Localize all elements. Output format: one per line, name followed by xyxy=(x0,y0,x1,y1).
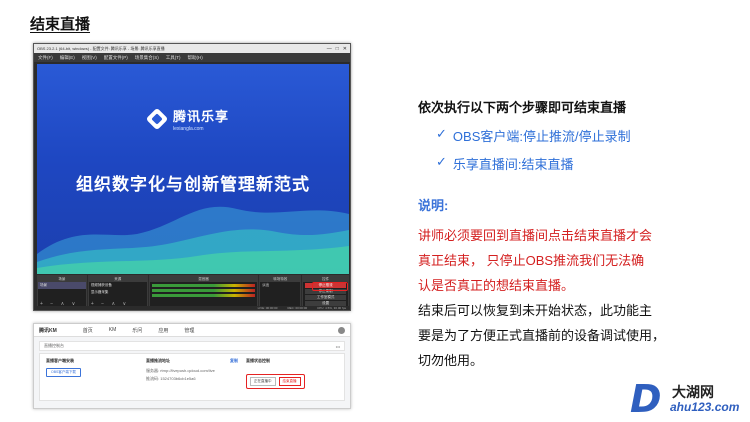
slide-title: 结束直播 xyxy=(30,16,91,33)
obs-statusbar: LIVE: 00:00:00 REC: 00:00:00 CPU: 4.5%, … xyxy=(34,306,350,310)
km-logo[interactable]: 腾讯KM xyxy=(39,327,57,334)
warning-line: 讲师必须要回到直播间点击结束直播才会 xyxy=(418,228,653,243)
client-install-card: 直播客户端安装 OBS客户端下载 xyxy=(46,358,138,396)
cpu-fps: CPU: 4.5%, 30.00 fps xyxy=(317,306,346,310)
instructions-heading: 依次执行以下两个步骤即可结束直播 xyxy=(418,100,627,115)
mixer-dock-title: 混音器 xyxy=(149,276,258,282)
console-cards: 直播客户端安装 OBS客户端下载 直播推流地址 复制 服务器: rtmp://li… xyxy=(39,353,345,401)
studio-mode-button[interactable]: 工作室模式 xyxy=(305,295,346,300)
audio-meter xyxy=(151,284,256,287)
menu-scene-collection[interactable]: 场景集合(S) xyxy=(135,55,159,61)
watermark-logo: D 大湖网 ahu123.com xyxy=(630,380,742,418)
menu-tools[interactable]: 工具(T) xyxy=(166,55,181,61)
avatar[interactable] xyxy=(338,326,345,334)
nav-apps[interactable]: 应用 xyxy=(158,327,168,334)
live-status-card: 直播状态控制 正在直播中 结束直播 xyxy=(246,358,338,396)
body-line: 切勿他用。 xyxy=(418,353,484,368)
watermark-en: ahu123.com xyxy=(670,400,740,414)
web-console: 腾讯KM 首页 KM 乐问 应用 管理 直播控制台 ••• 直播客户端安装 OB… xyxy=(33,323,351,409)
body-line: 结束后可以恢复到未开始状态，此功能主 xyxy=(418,303,653,318)
menu-help[interactable]: 帮助(H) xyxy=(188,55,203,61)
step-item: ✓ OBS客户端:停止推流/停止录制 xyxy=(436,126,718,145)
scene-item[interactable]: 场景 xyxy=(38,282,86,289)
end-live-button[interactable]: 结束直播 xyxy=(278,377,301,386)
watermark-letter: D xyxy=(630,377,662,421)
end-live-highlight: 正在直播中 结束直播 xyxy=(246,374,305,389)
push-key: 推流码: 1524703b6cb1e5a6 xyxy=(146,376,196,381)
client-install-title: 直播客户端安装 xyxy=(46,358,74,363)
nav-km[interactable]: KM xyxy=(109,327,117,333)
obs-window-title: OBS 23.2.1 (64-bit, windows) - 配置文件: 腾讯乐… xyxy=(37,45,165,51)
lexiang-logo-icon xyxy=(145,107,169,131)
transitions-dock: 转场特效 淡出 xyxy=(259,275,302,309)
sources-dock: 来源 视频捕获设备 显示器采集 + − ∧ ∨ xyxy=(87,275,148,309)
maximize-icon[interactable]: □ xyxy=(336,46,339,52)
source-item[interactable]: 视频捕获设备 xyxy=(89,282,147,289)
obs-menubar: 文件(F) 编辑(E) 视图(V) 配置文件(P) 场景集合(S) 工具(T) … xyxy=(34,53,350,62)
push-url-card: 直播推流地址 复制 服务器: rtmp://livepush.qcloud.com… xyxy=(146,358,238,396)
scenes-dock: 场景 场景 + − ∧ ∨ xyxy=(37,275,87,309)
preview-wave-graphic xyxy=(37,206,349,274)
nav-admin[interactable]: 管理 xyxy=(184,327,194,334)
controls-dock: 控件 停止推流 停止录制 工作室模式 设置 xyxy=(302,275,349,309)
brand-name: 腾讯乐享 xyxy=(173,109,230,124)
check-icon: ✓ xyxy=(436,126,447,141)
audio-meter xyxy=(151,289,256,292)
body-line: 要是为了方便正式直播前的设备调试使用， xyxy=(418,328,666,343)
close-icon[interactable]: ✕ xyxy=(343,46,347,52)
obs-preview: 腾讯乐享 lexiangla.com 组织数字化与创新管理新范式 xyxy=(37,64,349,274)
instructions: 依次执行以下两个步骤即可结束直播 ✓ OBS客户端:停止推流/停止录制 ✓ 乐享… xyxy=(418,97,718,373)
obs-window: OBS 23.2.1 (64-bit, windows) - 配置文件: 腾讯乐… xyxy=(33,43,351,311)
obs-docks: 场景 场景 + − ∧ ∨ 来源 视频捕获设备 显示器采集 + − ∧ ∨ 混音… xyxy=(37,275,349,309)
more-icon[interactable]: ••• xyxy=(336,344,340,349)
minimize-icon[interactable]: — xyxy=(327,46,332,52)
menu-profile[interactable]: 配置文件(P) xyxy=(104,55,128,61)
brand: 腾讯乐享 lexiangla.com xyxy=(145,106,230,132)
step-text: 乐享直播间:结束直播 xyxy=(452,157,574,172)
watermark-cn: 大湖网 xyxy=(672,384,714,400)
menu-edit[interactable]: 编辑(E) xyxy=(60,55,75,61)
nav-home[interactable]: 首页 xyxy=(83,327,93,334)
brand-url: lexiangla.com xyxy=(173,126,204,132)
push-server: 服务器: rtmp://livepush.qcloud.com/live xyxy=(146,368,215,373)
check-icon: ✓ xyxy=(436,154,447,169)
stop-controls-highlight xyxy=(312,282,348,291)
live-time: LIVE: 00:00:00 xyxy=(257,306,278,310)
web-nav: 腾讯KM 首页 KM 乐问 应用 管理 xyxy=(34,324,350,337)
live-status-badge: 正在直播中 xyxy=(250,377,276,386)
menu-view[interactable]: 视图(V) xyxy=(82,55,97,61)
console-bar: 直播控制台 ••• xyxy=(39,341,345,351)
nav-qa[interactable]: 乐问 xyxy=(132,327,142,334)
warning-line: 真正结束， 只停止OBS推流我们无法确 xyxy=(418,253,645,268)
mixer-dock: 混音器 xyxy=(148,275,259,309)
menu-file[interactable]: 文件(F) xyxy=(38,55,53,61)
copy-link[interactable]: 复制 xyxy=(230,358,238,364)
note-title: 说明: xyxy=(418,198,449,213)
push-url-title: 直播推流地址 复制 xyxy=(146,358,238,364)
step-item: ✓ 乐享直播间:结束直播 xyxy=(436,154,718,173)
step-text: OBS客户端:停止推流/停止录制 xyxy=(452,129,631,144)
console-bar-label: 直播控制台 xyxy=(44,343,64,348)
rec-time: REC: 00:00:00 xyxy=(287,306,308,310)
source-item[interactable]: 显示器采集 xyxy=(89,289,147,296)
audio-meter xyxy=(151,294,256,297)
warning-line: 认是否真正的想结束直播。 xyxy=(418,278,575,293)
obs-titlebar: OBS 23.2.1 (64-bit, windows) - 配置文件: 腾讯乐… xyxy=(34,44,350,53)
obs-download-button[interactable]: OBS客户端下载 xyxy=(46,368,81,377)
transition-select[interactable]: 淡出 xyxy=(260,282,300,289)
live-status-title: 直播状态控制 xyxy=(246,358,270,363)
